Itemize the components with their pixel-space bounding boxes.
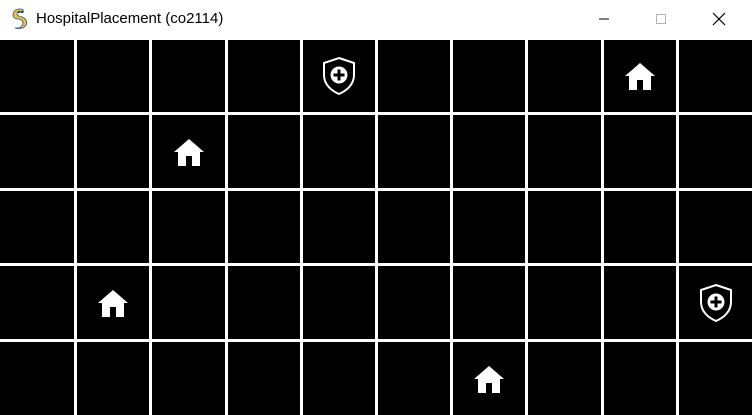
grid-cell-r1-c5[interactable]	[378, 115, 450, 188]
hospital-shield-icon	[699, 283, 732, 322]
grid-cell-r0-c1[interactable]	[77, 40, 149, 112]
grid-cell-r0-c7[interactable]	[528, 40, 601, 112]
grid-cell-r3-c9[interactable]	[679, 266, 752, 339]
grid-cell-r4-c2[interactable]	[152, 342, 225, 415]
grid-cell-r1-c9[interactable]	[679, 115, 752, 188]
grid-cell-r3-c7[interactable]	[528, 266, 601, 339]
grid-cell-r0-c0[interactable]	[0, 40, 74, 112]
pygame-snake-icon	[10, 8, 30, 30]
house-icon	[474, 365, 504, 393]
grid-cell-r4-c9[interactable]	[679, 342, 752, 415]
grid-cell-r0-c9[interactable]	[679, 40, 752, 112]
maximize-icon	[656, 14, 666, 24]
grid-cell-r2-c4[interactable]	[303, 191, 375, 263]
grid-cell-r4-c8[interactable]	[604, 342, 676, 415]
grid-cell-r3-c6[interactable]	[453, 266, 525, 339]
grid-cell-r0-c5[interactable]	[378, 40, 450, 112]
grid-cell-r2-c1[interactable]	[77, 191, 149, 263]
grid-cell-r3-c4[interactable]	[303, 266, 375, 339]
grid-cell-r0-c3[interactable]	[228, 40, 300, 112]
grid-cell-r4-c6[interactable]	[453, 342, 525, 415]
house-icon	[98, 289, 128, 317]
maximize-button[interactable]	[638, 0, 684, 38]
grid-cell-r0-c6[interactable]	[453, 40, 525, 112]
grid-cell-r0-c2[interactable]	[152, 40, 225, 112]
title-bar[interactable]: HospitalPlacement (co2114)	[0, 0, 752, 38]
grid-cell-r3-c5[interactable]	[378, 266, 450, 339]
grid-cell-r1-c4[interactable]	[303, 115, 375, 188]
grid-cell-r3-c3[interactable]	[228, 266, 300, 339]
grid-cell-r3-c2[interactable]	[152, 266, 225, 339]
grid-cell-r2-c8[interactable]	[604, 191, 676, 263]
grid-cell-r1-c2[interactable]	[152, 115, 225, 188]
grid-cell-r4-c4[interactable]	[303, 342, 375, 415]
grid-cell-r2-c7[interactable]	[528, 191, 601, 263]
grid-cell-r2-c5[interactable]	[378, 191, 450, 263]
minimize-button[interactable]	[581, 0, 627, 38]
grid-cell-r3-c8[interactable]	[604, 266, 676, 339]
close-icon	[712, 12, 726, 26]
grid-cell-r4-c5[interactable]	[378, 342, 450, 415]
grid-cell-r4-c7[interactable]	[528, 342, 601, 415]
grid-cell-r0-c4[interactable]	[303, 40, 375, 112]
grid-cell-r3-c0[interactable]	[0, 266, 74, 339]
grid-cell-r1-c6[interactable]	[453, 115, 525, 188]
app-window: HospitalPlacement (co2114)	[0, 0, 752, 415]
grid-cell-r4-c3[interactable]	[228, 342, 300, 415]
grid-cell-r1-c3[interactable]	[228, 115, 300, 188]
grid-cell-r4-c0[interactable]	[0, 342, 74, 415]
grid-cell-r1-c0[interactable]	[0, 115, 74, 188]
grid-cell-r1-c1[interactable]	[77, 115, 149, 188]
house-icon	[625, 63, 655, 90]
grid-cell-r4-c1[interactable]	[77, 342, 149, 415]
grid-cell-r2-c3[interactable]	[228, 191, 300, 263]
grid-cell-r2-c6[interactable]	[453, 191, 525, 263]
grid-cell-r2-c9[interactable]	[679, 191, 752, 263]
grid-cell-r2-c2[interactable]	[152, 191, 225, 263]
grid-cell-r1-c8[interactable]	[604, 115, 676, 188]
minimize-icon	[599, 18, 609, 20]
grid-cell-r0-c8[interactable]	[604, 40, 676, 112]
window-title: HospitalPlacement (co2114)	[36, 10, 224, 27]
hospital-shield-icon	[323, 56, 355, 96]
grid-cell-r3-c1[interactable]	[77, 266, 149, 339]
grid-cell-r1-c7[interactable]	[528, 115, 601, 188]
placement-grid	[0, 38, 752, 415]
house-icon	[173, 138, 204, 166]
close-button[interactable]	[696, 0, 742, 38]
grid-cell-r2-c0[interactable]	[0, 191, 74, 263]
